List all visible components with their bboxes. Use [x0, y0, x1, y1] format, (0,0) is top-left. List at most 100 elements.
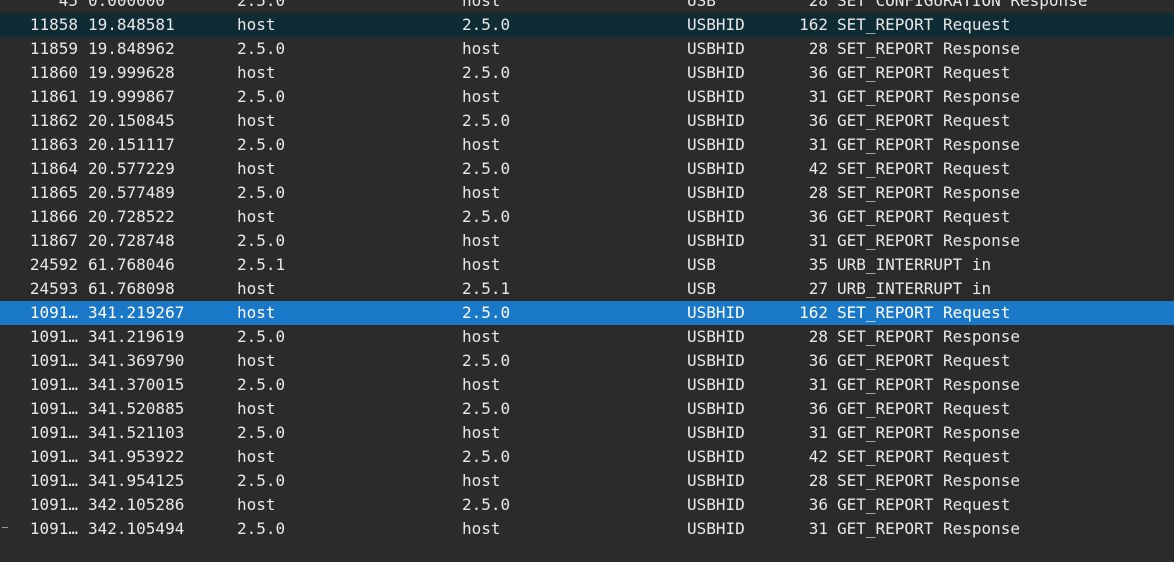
packet-time: 341.520885	[88, 399, 185, 418]
packet-info: GET_REPORT Response	[837, 135, 1021, 154]
packet-length: 36	[808, 495, 828, 514]
packet-source: host	[237, 303, 276, 322]
packet-destination: 2.5.0	[462, 111, 511, 130]
packet-length: 31	[808, 375, 828, 394]
packet-length: 36	[808, 207, 828, 226]
packet-info: SET_REPORT Request	[837, 159, 1011, 178]
packet-row[interactable]: 11861 19.999867 2.5.0 host USBHID 31 GET_REPOR…	[0, 85, 1174, 109]
packet-row[interactable]: 11865 20.577489 2.5.0 host USBHID 28 SET_REPOR…	[0, 181, 1174, 205]
packet-info: GET_REPORT Request	[837, 63, 1011, 82]
packet-length: 31	[808, 423, 828, 442]
packet-number: 11860	[29, 63, 78, 82]
packet-row[interactable]: 11864 20.577229 host 2.5.0 USBHID 42 SET_REPOR…	[0, 157, 1174, 181]
packet-row[interactable]: 11858 19.848581 host 2.5.0 USBHID 162 SET_REPO…	[0, 13, 1174, 37]
packet-row[interactable]: 24592 61.768046 2.5.1 host USB 35 URB_INTERRUP…	[0, 253, 1174, 277]
packet-number: 11863	[29, 135, 78, 154]
packet-destination: 2.5.0	[462, 351, 511, 370]
packet-number: 1091…	[29, 375, 78, 394]
packet-row[interactable]: 1091… 342.105494 2.5.0 host USBHID 31 GET_REPO…	[0, 517, 1174, 541]
packet-time: 342.105494	[88, 519, 185, 538]
packet-source: host	[237, 207, 276, 226]
packet-time: 0.000000	[88, 0, 166, 10]
packet-time: 341.521103	[88, 423, 185, 442]
packet-info: SET_REPORT Response	[837, 183, 1021, 202]
packet-length: 36	[808, 351, 828, 370]
packet-destination: 2.5.0	[462, 303, 511, 322]
packet-length: 162	[799, 15, 828, 34]
packet-info: SET_REPORT Request	[837, 303, 1011, 322]
packet-row[interactable]: 11859 19.848962 2.5.0 host USBHID 28 SET_REPOR…	[0, 37, 1174, 61]
packet-length: 31	[808, 135, 828, 154]
packet-time: 341.953922	[88, 447, 185, 466]
packet-row[interactable]: 45 0.000000 2.5.0 host USB 28 SET CONFIGURATIO…	[0, 0, 1174, 13]
packet-row[interactable]: 1091… 341.219619 2.5.0 host USBHID 28 SET_REPO…	[0, 325, 1174, 349]
packet-length: 162	[799, 303, 828, 322]
packet-row[interactable]: 1091… 342.105286 host 2.5.0 USBHID 36 GET_REPO…	[0, 493, 1174, 517]
packet-source: host	[237, 159, 276, 178]
packet-time: 341.219267	[88, 303, 185, 322]
packet-info: SET_REPORT Response	[837, 327, 1021, 346]
packet-row[interactable]: 1091… 341.521103 2.5.0 host USBHID 31 GET_REPO…	[0, 421, 1174, 445]
packet-row[interactable]: 11866 20.728522 host 2.5.0 USBHID 36 GET_REPOR…	[0, 205, 1174, 229]
related-packet-marker	[2, 527, 8, 528]
packet-length: 28	[808, 471, 828, 490]
packet-number: 1091…	[29, 471, 78, 490]
packet-row[interactable]: 1091… 341.369790 host 2.5.0 USBHID 36 GET_REPO…	[0, 349, 1174, 373]
packet-list[interactable]: 45 0.000000 2.5.0 host USB 28 SET CONFIGURATIO…	[0, 0, 1174, 562]
packet-destination: host	[462, 39, 501, 58]
packet-info: SET CONFIGURATION Response	[837, 0, 1088, 10]
packet-time: 61.768046	[88, 255, 175, 274]
packet-source: host	[237, 351, 276, 370]
packet-time: 341.369790	[88, 351, 185, 370]
packet-number: 24592	[29, 255, 78, 274]
packet-row[interactable]: 1091… 341.370015 2.5.0 host USBHID 31 GET_REPO…	[0, 373, 1174, 397]
packet-number: 11861	[29, 87, 78, 106]
packet-number: 45	[58, 0, 78, 10]
packet-destination: 2.5.0	[462, 15, 511, 34]
packet-row[interactable]: 11867 20.728748 2.5.0 host USBHID 31 GET_REPOR…	[0, 229, 1174, 253]
packet-length: 28	[808, 327, 828, 346]
packet-rows: 45 0.000000 2.5.0 host USB 28 SET CONFIGURATIO…	[0, 0, 1174, 541]
packet-row[interactable]: 1091… 341.520885 host 2.5.0 USBHID 36 GET_REPO…	[0, 397, 1174, 421]
packet-info: SET_REPORT Response	[837, 471, 1021, 490]
packet-destination: 2.5.0	[462, 159, 511, 178]
packet-time: 341.954125	[88, 471, 185, 490]
packet-time: 19.999867	[88, 87, 175, 106]
packet-info: GET_REPORT Request	[837, 111, 1011, 130]
packet-info: GET_REPORT Request	[837, 495, 1011, 514]
packet-time: 20.577229	[88, 159, 175, 178]
packet-destination: host	[462, 135, 501, 154]
packet-time: 20.728522	[88, 207, 175, 226]
packet-length: 42	[808, 447, 828, 466]
packet-row[interactable]: 11863 20.151117 2.5.0 host USBHID 31 GET_REPOR…	[0, 133, 1174, 157]
packet-destination: 2.5.0	[462, 207, 511, 226]
packet-row[interactable]: 1091… 341.219267 host 2.5.0 USBHID 162 SET_REP…	[0, 301, 1174, 325]
packet-source: 2.5.0	[237, 231, 286, 250]
packet-destination: 2.5.0	[462, 63, 511, 82]
packet-time: 19.999628	[88, 63, 175, 82]
packet-number: 1091…	[29, 423, 78, 442]
packet-source: host	[237, 279, 276, 298]
packet-info: URB_INTERRUPT in	[837, 279, 992, 298]
packet-source: 2.5.0	[237, 423, 286, 442]
packet-source: 2.5.0	[237, 327, 286, 346]
packet-info: SET_REPORT Response	[837, 39, 1021, 58]
packet-row[interactable]: 24593 61.768098 host 2.5.1 USB 27 URB_INTERRUP…	[0, 277, 1174, 301]
packet-source: host	[237, 399, 276, 418]
packet-row[interactable]: 11860 19.999628 host 2.5.0 USBHID 36 GET_REPOR…	[0, 61, 1174, 85]
packet-length: 36	[808, 399, 828, 418]
packet-row[interactable]: 11862 20.150845 host 2.5.0 USBHID 36 GET_REPOR…	[0, 109, 1174, 133]
packet-number: 1091…	[29, 351, 78, 370]
packet-row[interactable]: 1091… 341.953922 host 2.5.0 USBHID 42 SET_REPO…	[0, 445, 1174, 469]
packet-info: SET_REPORT Request	[837, 15, 1011, 34]
packet-info: SET_REPORT Request	[837, 447, 1011, 466]
packet-number: 11858	[29, 15, 78, 34]
packet-row[interactable]: 1091… 341.954125 2.5.0 host USBHID 28 SET_REPO…	[0, 469, 1174, 493]
packet-source: 2.5.0	[237, 0, 286, 10]
packet-destination: host	[462, 255, 501, 274]
packet-info: GET_REPORT Response	[837, 519, 1021, 538]
packet-source: 2.5.0	[237, 375, 286, 394]
packet-length: 31	[808, 231, 828, 250]
packet-length: 31	[808, 519, 828, 538]
packet-time: 20.577489	[88, 183, 175, 202]
